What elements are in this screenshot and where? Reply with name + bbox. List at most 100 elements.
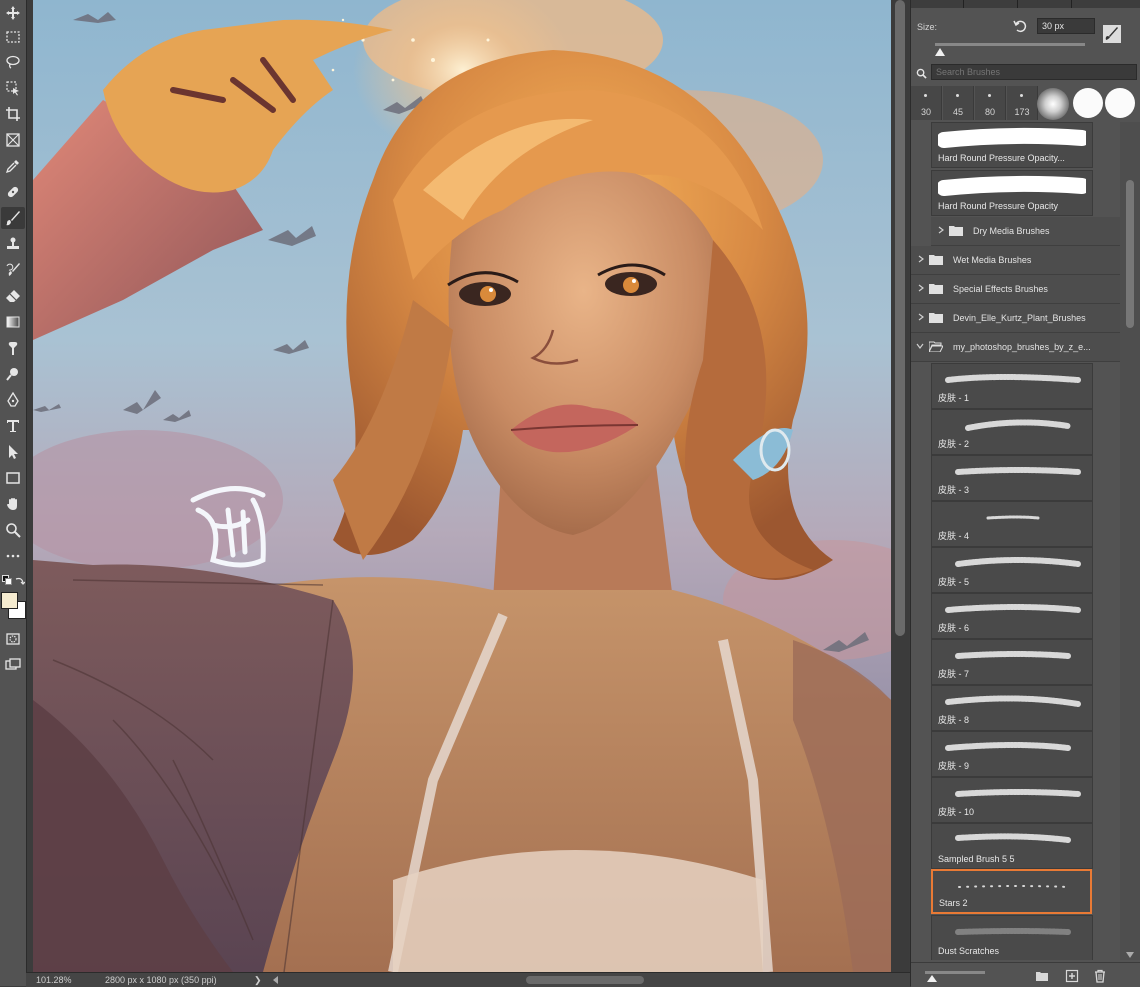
- new-group-folder-icon[interactable]: [1035, 969, 1049, 983]
- brush-item[interactable]: 皮肤 - 7: [931, 639, 1093, 685]
- folder-row[interactable]: Wet Media Brushes: [911, 246, 1120, 275]
- brush-item[interactable]: 皮肤 - 5: [931, 547, 1093, 593]
- brush-item[interactable]: 皮肤 - 8: [931, 685, 1093, 731]
- preset-hard-round-brush-1[interactable]: [1073, 88, 1103, 118]
- chevron-right-icon[interactable]: [937, 226, 945, 234]
- folder-icon: [929, 255, 943, 265]
- folder-row[interactable]: Dry Media Brushes: [931, 217, 1120, 246]
- object-selection-tool-icon[interactable]: [1, 77, 25, 99]
- size-slider[interactable]: [935, 43, 1085, 46]
- brush-preset-strip: 30 45 80 173: [911, 86, 1140, 120]
- brush-tool-icon[interactable]: [1, 207, 25, 229]
- screen-mode-icon[interactable]: [1, 654, 25, 676]
- preset-brush-1[interactable]: 30: [911, 86, 942, 120]
- chevron-right-icon[interactable]: [917, 313, 925, 321]
- folder-row[interactable]: Special Effects Brushes: [911, 275, 1120, 304]
- brush-settings-icon[interactable]: [1102, 24, 1122, 44]
- brush-item-selected[interactable]: Stars 2: [931, 869, 1092, 914]
- brush-list-scroll-thumb[interactable]: [1126, 180, 1134, 328]
- default-colors-icon[interactable]: [2, 575, 12, 585]
- tools-toolbar: [0, 0, 27, 986]
- trash-icon[interactable]: [1093, 969, 1107, 983]
- brush-item[interactable]: 皮肤 - 6: [931, 593, 1093, 639]
- brush-list: Hard Round Pressure Opacity... Hard Roun…: [911, 122, 1120, 960]
- brush-stroke-preview: [938, 127, 1086, 148]
- size-slider-handle[interactable]: [935, 48, 945, 56]
- brush-stroke-preview: [965, 419, 1071, 431]
- pen-tool-icon[interactable]: [1, 389, 25, 411]
- brush-stroke-preview: [945, 742, 1071, 751]
- preview-size-slider[interactable]: [925, 971, 985, 974]
- smudge-tool-icon[interactable]: [1, 337, 25, 359]
- brush-item[interactable]: 皮肤 - 1: [931, 363, 1093, 409]
- brush-stroke-preview: [955, 789, 1081, 797]
- brush-stroke-preview: [955, 651, 1071, 659]
- healing-brush-tool-icon[interactable]: [1, 181, 25, 203]
- chevron-right-icon[interactable]: [917, 255, 925, 263]
- preset-soft-round-brush[interactable]: [1037, 88, 1069, 120]
- folder-icon: [929, 284, 943, 294]
- new-brush-icon[interactable]: [1065, 969, 1079, 983]
- brush-item[interactable]: Sampled Brush 5 5: [931, 823, 1093, 869]
- foreground-color-swatch[interactable]: [1, 592, 18, 609]
- eyedropper-tool-icon[interactable]: [1, 155, 25, 177]
- preset-brush-2[interactable]: 45: [943, 86, 974, 120]
- folder-row[interactable]: Devin_Elle_Kurtz_Plant_Brushes: [911, 304, 1120, 333]
- brush-stroke-preview: [945, 604, 1081, 613]
- type-tool-icon[interactable]: [1, 415, 25, 437]
- brush-stroke-preview: [955, 833, 1071, 843]
- document-info: 2800 px x 1080 px (350 ppi): [105, 975, 217, 985]
- brushes-panel-footer: [911, 962, 1140, 987]
- rectangle-tool-icon[interactable]: [1, 467, 25, 489]
- history-brush-tool-icon[interactable]: [1, 259, 25, 281]
- lasso-tool-icon[interactable]: [1, 51, 25, 73]
- reset-size-icon[interactable]: [1012, 18, 1028, 34]
- brush-item[interactable]: 皮肤 - 4: [931, 501, 1093, 547]
- frame-tool-icon[interactable]: [1, 129, 25, 151]
- more-tools-icon[interactable]: [1, 545, 25, 567]
- search-icon: [916, 66, 927, 79]
- zoom-level[interactable]: 101.28%: [36, 975, 72, 985]
- chevron-down-icon[interactable]: [916, 342, 924, 350]
- crop-tool-icon[interactable]: [1, 103, 25, 125]
- quick-mask-icon[interactable]: [1, 628, 25, 650]
- path-selection-tool-icon[interactable]: [1, 441, 25, 463]
- size-label: Size:: [917, 22, 938, 32]
- folder-row[interactable]: my_photoshop_brushes_by_z_e...: [911, 333, 1120, 362]
- brush-item[interactable]: Hard Round Pressure Opacity: [931, 170, 1093, 216]
- scroll-left-icon[interactable]: [273, 976, 278, 984]
- brush-item[interactable]: 皮肤 - 3: [931, 455, 1093, 501]
- brush-stroke-preview: [955, 467, 1081, 475]
- hand-tool-icon[interactable]: [1, 493, 25, 515]
- brush-item[interactable]: Dust Scratches: [931, 915, 1093, 960]
- canvas-vertical-scroll-thumb[interactable]: [895, 0, 905, 636]
- move-tool-icon[interactable]: [1, 2, 25, 24]
- chevron-right-icon[interactable]: [917, 284, 925, 292]
- swap-colors-icon[interactable]: [15, 573, 26, 585]
- status-menu-arrow[interactable]: ❯: [254, 975, 262, 986]
- marquee-tool-icon[interactable]: [1, 26, 25, 48]
- zoom-tool-icon[interactable]: [1, 519, 25, 541]
- document-canvas[interactable]: [33, 0, 891, 972]
- search-brushes-input[interactable]: [931, 64, 1137, 80]
- dodge-tool-icon[interactable]: [1, 363, 25, 385]
- preset-hard-round-brush-2[interactable]: [1105, 88, 1135, 118]
- eraser-tool-icon[interactable]: [1, 285, 25, 307]
- scroll-down-icon[interactable]: [1126, 952, 1134, 958]
- brush-item[interactable]: Hard Round Pressure Opacity...: [931, 122, 1093, 168]
- canvas-vertical-scrollbar[interactable]: [891, 0, 909, 972]
- brush-item[interactable]: 皮肤 - 2: [931, 409, 1093, 455]
- folder-icon: [949, 226, 963, 236]
- clone-stamp-tool-icon[interactable]: [1, 233, 25, 255]
- open-folder-icon: [929, 341, 943, 352]
- canvas-horizontal-scroll-thumb[interactable]: [526, 976, 644, 984]
- brush-item[interactable]: 皮肤 - 10: [931, 777, 1093, 823]
- brush-list-scrollbar[interactable]: [1120, 122, 1140, 960]
- brush-item[interactable]: 皮肤 - 9: [931, 731, 1093, 777]
- gradient-tool-icon[interactable]: [1, 311, 25, 333]
- preset-brush-4[interactable]: 173: [1007, 86, 1038, 120]
- size-input[interactable]: 30 px: [1037, 18, 1095, 34]
- preset-brush-3[interactable]: 80: [975, 86, 1006, 120]
- status-bar: 101.28% 2800 px x 1080 px (350 ppi) ❯: [26, 972, 910, 987]
- preview-size-slider-handle[interactable]: [927, 975, 937, 982]
